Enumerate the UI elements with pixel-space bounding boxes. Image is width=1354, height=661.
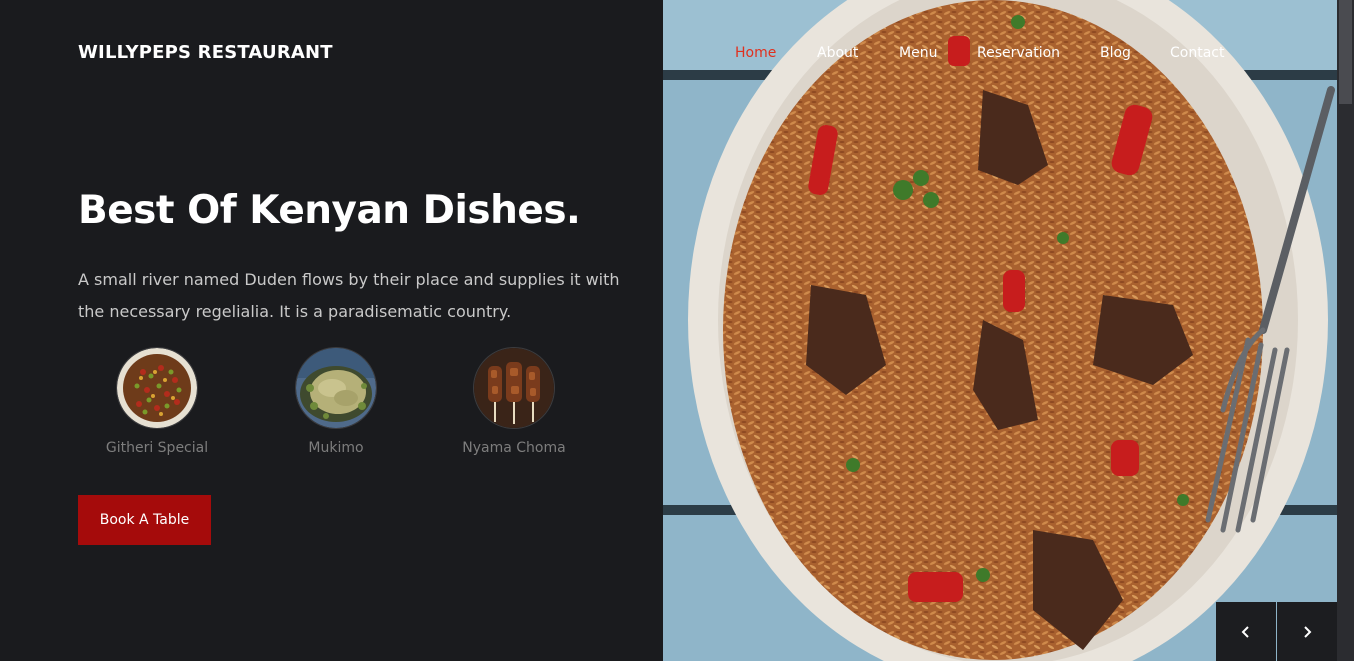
nav-item-blog[interactable]: Blog [1100, 45, 1131, 61]
hero-panel: WILLYPEPS RESTAURANT Best Of Kenyan Dish… [0, 0, 663, 661]
chevron-right-icon [1304, 625, 1312, 638]
jollof-rice-photo [663, 0, 1337, 661]
nav-item-contact[interactable]: Contact [1170, 45, 1224, 61]
scrollbar-thumb[interactable] [1339, 0, 1352, 104]
dish-item-githeri[interactable]: Githeri Special [97, 348, 217, 456]
githeri-image [117, 348, 197, 428]
dish-item-mukimo[interactable]: Mukimo [276, 348, 396, 456]
hero-description: A small river named Duden flows by their… [78, 270, 620, 321]
next-slide-button[interactable] [1277, 602, 1337, 661]
nav-item-reservation[interactable]: Reservation [977, 45, 1060, 61]
dish-name: Githeri Special [105, 440, 209, 456]
dish-item-nyama-choma[interactable]: Nyama Choma [454, 348, 574, 456]
dish-name: Mukimo [308, 440, 364, 456]
hero-title: Best Of Kenyan Dishes. [78, 188, 581, 233]
chevron-left-icon [1241, 625, 1249, 638]
hero-image: Home About Menu Reservation Blog Contact [663, 0, 1337, 661]
mukimo-image [296, 348, 376, 428]
dish-name: Nyama Choma [462, 440, 566, 456]
nyama-choma-image [474, 348, 554, 428]
main-nav: Home About Menu Reservation Blog Contact [663, 45, 1337, 65]
nav-item-home[interactable]: Home [735, 45, 776, 61]
nav-item-about[interactable]: About [817, 45, 858, 61]
book-table-button[interactable]: Book A Table [78, 495, 211, 545]
prev-slide-button[interactable] [1216, 602, 1276, 661]
brand-logo[interactable]: WILLYPEPS RESTAURANT [78, 42, 333, 63]
nav-item-menu[interactable]: Menu [899, 45, 937, 61]
